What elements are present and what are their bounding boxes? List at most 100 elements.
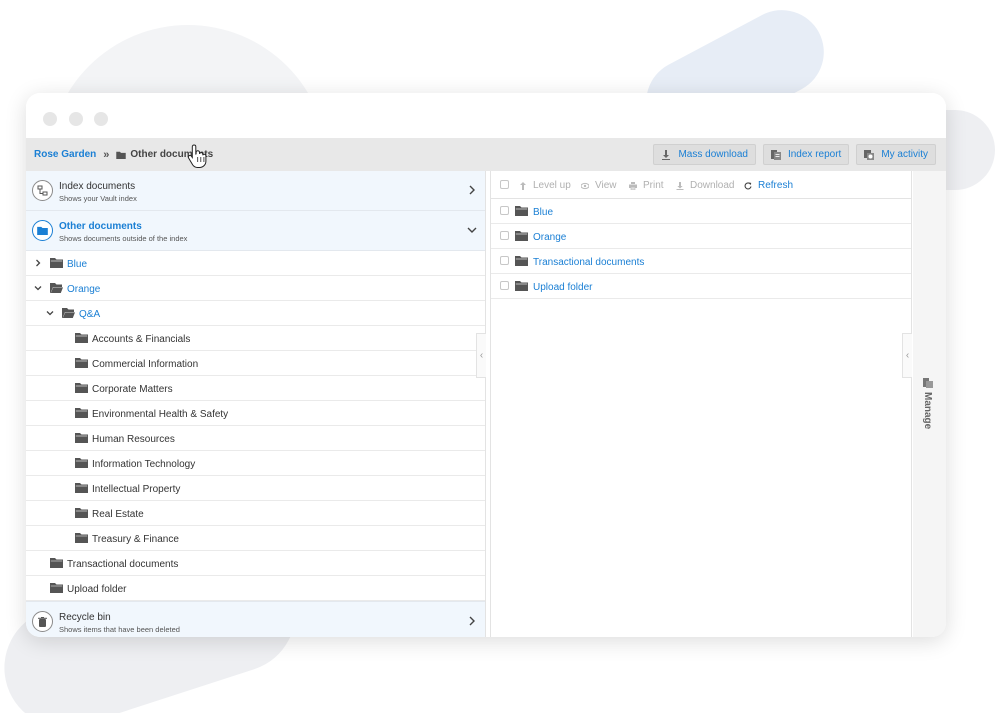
folder-open-icon	[62, 307, 75, 318]
tree-item[interactable]: Accounts & Financials	[26, 326, 485, 351]
collapse-manage-handle[interactable]: ‹	[902, 333, 912, 378]
chevron-down-icon[interactable]	[34, 284, 42, 292]
tree-item[interactable]: Environmental Health & Safety	[26, 401, 485, 426]
tree-item[interactable]: Treasury & Finance	[26, 526, 485, 551]
section-title: Recycle bin	[59, 612, 111, 623]
chevron-down-icon[interactable]	[46, 309, 54, 317]
file-list: Blue Orange Transactional documents Upload …	[491, 199, 911, 299]
folder-icon	[32, 220, 53, 241]
file-row[interactable]: Orange	[491, 224, 911, 249]
section-recycle-bin[interactable]: Recycle bin Shows items that have been d…	[26, 601, 485, 637]
view-label: View	[595, 180, 617, 191]
folder-tree-pane: Index documents Shows your Vault index O…	[26, 171, 486, 637]
folder-icon	[50, 257, 63, 268]
download-button[interactable]: Download	[676, 180, 734, 191]
tree-item-label: Information Technology	[92, 459, 196, 470]
download-icon	[662, 149, 671, 160]
folder-icon	[50, 582, 63, 593]
folder-icon	[75, 457, 88, 468]
tree-item[interactable]: Upload folder	[26, 576, 485, 601]
folder-icon	[75, 382, 88, 393]
tree-item[interactable]: Intellectual Property	[26, 476, 485, 501]
print-label: Print	[643, 180, 664, 191]
folder-icon	[515, 205, 528, 216]
manage-panel[interactable]: Manage	[913, 171, 946, 637]
folder-tree: Blue Orange Q&A Accounts & Financials Commer…	[26, 251, 485, 601]
arrow-up-icon	[520, 181, 526, 190]
my-activity-button[interactable]: My activity	[856, 144, 936, 165]
hand-cursor-icon	[187, 144, 207, 168]
folder-icon	[75, 532, 88, 543]
section-subtitle: Shows your Vault index	[59, 194, 137, 203]
chevron-right-icon[interactable]	[34, 259, 42, 267]
section-subtitle: Shows items that have been deleted	[59, 625, 180, 634]
window-minimize-dot[interactable]	[69, 112, 83, 126]
download-label: Download	[690, 180, 735, 191]
file-name-link[interactable]: Orange	[533, 232, 566, 243]
folder-icon	[50, 557, 63, 568]
tree-item-label: Corporate Matters	[92, 384, 173, 395]
window-close-dot[interactable]	[43, 112, 57, 126]
chevron-right-icon[interactable]	[467, 185, 477, 195]
report-icon	[770, 149, 781, 160]
tree-item[interactable]: Q&A	[26, 301, 485, 326]
refresh-label: Refresh	[758, 180, 794, 191]
level-up-label: Level up	[533, 180, 571, 191]
print-button[interactable]: Print	[629, 180, 664, 191]
tree-item-label: Blue	[67, 259, 88, 270]
index-report-button[interactable]: Index report	[762, 144, 850, 165]
file-row[interactable]: Upload folder	[491, 274, 911, 299]
file-name-link[interactable]: Transactional documents	[533, 257, 644, 268]
breadcrumb-root-link[interactable]: Rose Garden	[34, 149, 96, 160]
tree-item[interactable]: Transactional documents	[26, 551, 485, 576]
tree-item-label: Q&A	[79, 309, 101, 320]
tree-item-label: Orange	[67, 284, 101, 295]
file-row[interactable]: Blue	[491, 199, 911, 224]
tree-item[interactable]: Real Estate	[26, 501, 485, 526]
mass-download-button[interactable]: Mass download	[653, 144, 756, 165]
tree-item[interactable]: Corporate Matters	[26, 376, 485, 401]
file-row[interactable]: Transactional documents	[491, 249, 911, 274]
tree-item[interactable]: Orange	[26, 276, 485, 301]
chevron-right-icon[interactable]	[467, 616, 477, 626]
index-tree-icon	[32, 180, 53, 201]
folder-icon	[515, 230, 528, 241]
folder-icon	[515, 280, 528, 291]
select-all-checkbox[interactable]	[500, 180, 509, 189]
tree-item[interactable]: Commercial Information	[26, 351, 485, 376]
row-checkbox[interactable]	[500, 256, 509, 265]
tree-item-label: Intellectual Property	[92, 484, 181, 495]
download-icon	[676, 181, 684, 190]
view-button[interactable]: View	[581, 180, 617, 191]
manage-icon	[922, 378, 933, 388]
refresh-button[interactable]: Refresh	[744, 180, 793, 191]
section-title: Index documents	[59, 181, 136, 192]
breadcrumb-separator: »	[103, 148, 110, 161]
tree-item[interactable]: Information Technology	[26, 451, 485, 476]
file-name-link[interactable]: Blue	[533, 207, 553, 218]
tree-item[interactable]: Blue	[26, 251, 485, 276]
row-checkbox[interactable]	[500, 281, 509, 290]
row-checkbox[interactable]	[500, 231, 509, 240]
top-actions: Mass download Index report My activity	[653, 144, 936, 165]
window-maximize-dot[interactable]	[94, 112, 108, 126]
tree-item[interactable]: Human Resources	[26, 426, 485, 451]
manage-tab[interactable]: Manage	[922, 378, 933, 429]
section-index-documents[interactable]: Index documents Shows your Vault index	[26, 171, 485, 211]
section-other-documents[interactable]: Other documents Shows documents outside …	[26, 211, 485, 251]
level-up-button[interactable]: Level up	[519, 180, 571, 191]
app-window: Rose Garden » Other documents Mass downl…	[26, 93, 946, 637]
tree-item-label: Human Resources	[92, 434, 175, 445]
file-name-link[interactable]: Upload folder	[533, 282, 592, 293]
row-checkbox[interactable]	[500, 206, 509, 215]
chevron-down-icon[interactable]	[467, 225, 477, 235]
collapse-tree-handle[interactable]: ‹	[476, 333, 486, 378]
folder-icon	[75, 482, 88, 493]
tree-item-label: Commercial Information	[92, 359, 199, 370]
index-report-label: Index report	[787, 149, 842, 160]
eye-icon	[581, 182, 589, 189]
tree-item-label: Environmental Health & Safety	[92, 409, 229, 420]
folder-icon	[75, 407, 88, 418]
trash-icon	[32, 611, 53, 632]
tree-item-label: Real Estate	[92, 509, 144, 520]
